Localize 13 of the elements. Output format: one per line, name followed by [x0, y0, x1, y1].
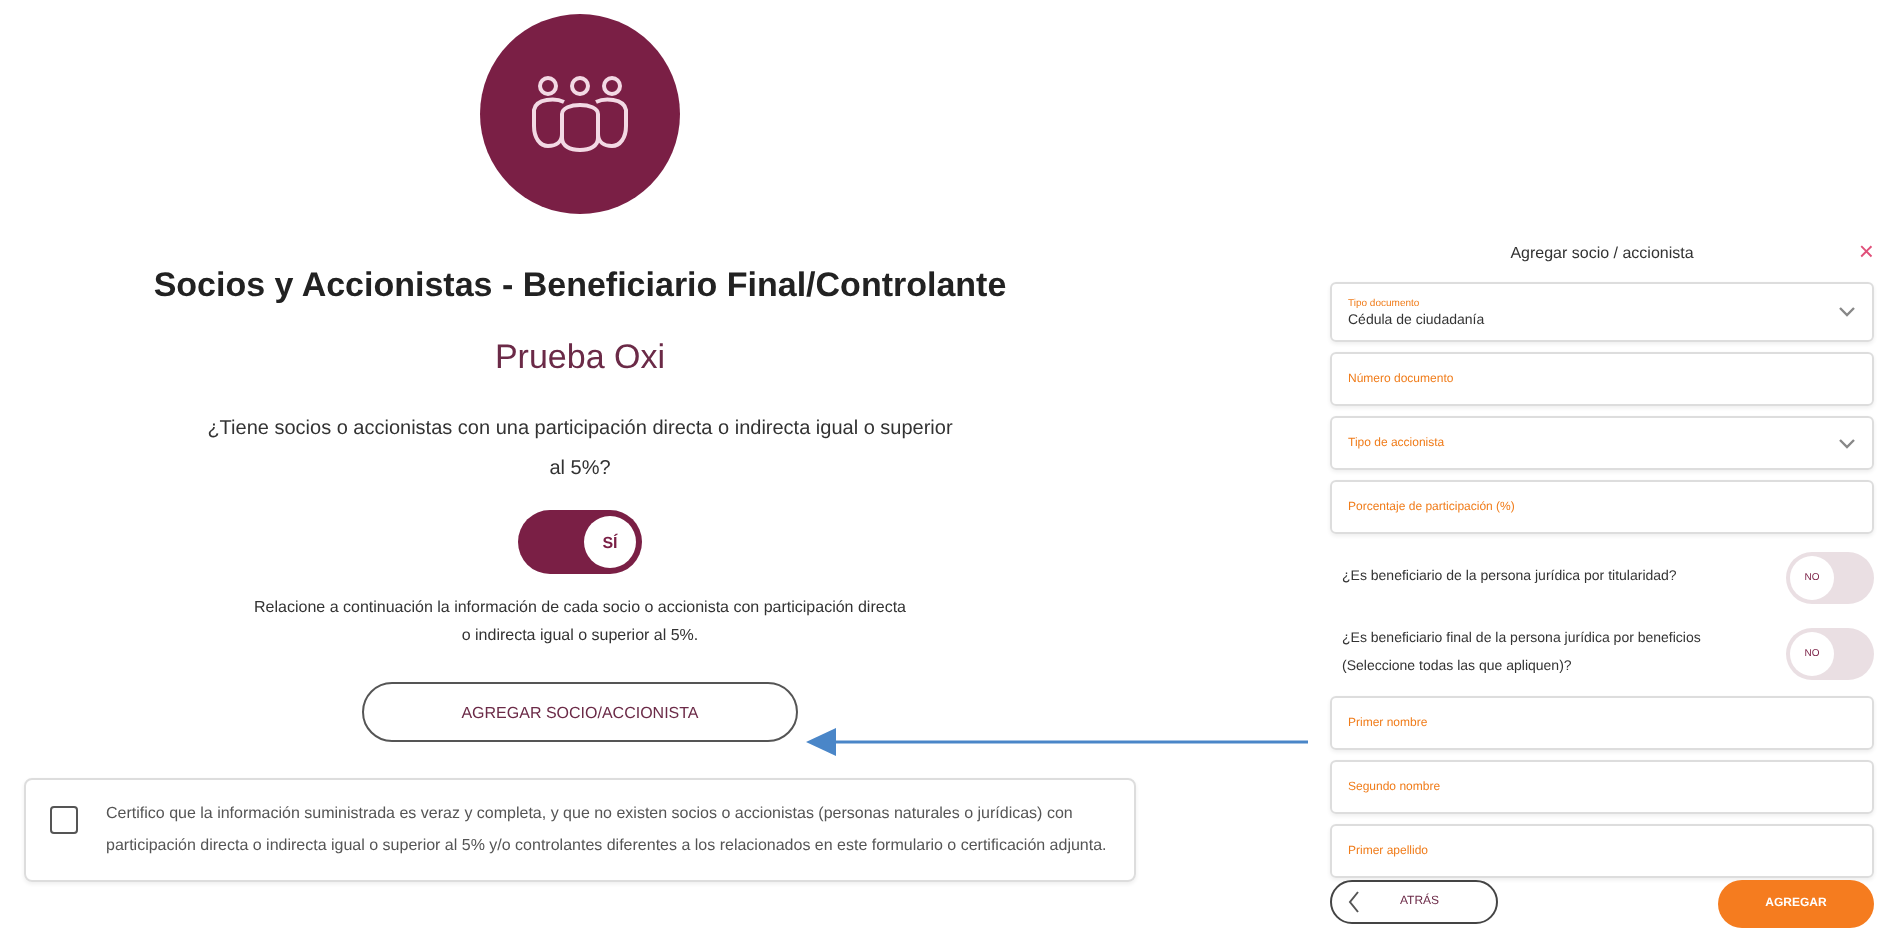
chevron-down-icon	[1838, 437, 1856, 449]
close-button[interactable]: ×	[1858, 238, 1874, 264]
company-name: Prueba Oxi	[494, 338, 666, 378]
dialog-title: Agregar socio / accionista	[1510, 244, 1694, 262]
instruction-text: Relacione a continuación la información de cada socio o accionista con participación directa o indirecta igual o superior al 5%.	[252, 596, 908, 648]
chevron-down-icon	[1838, 306, 1856, 318]
certification-checkbox[interactable]	[50, 806, 78, 834]
add-partner-button[interactable]: AGREGAR SOCIO/ACCIONISTA	[362, 682, 798, 742]
certification-text: Certifico que la información suministrada es veraz y completa, y que no existen socios o accionistas (personas naturales o jurídicas) con participación directa o indirecta igual o superior al 5% y/o controlantes diferentes a los relacionados en este formulario o certificación adjunta.	[106, 802, 1109, 858]
page-title: Socios y Accionistas - Beneficiario Final/Controlante	[153, 266, 1007, 306]
yes-toggle[interactable]: SÍ	[518, 510, 642, 574]
question-text: ¿Tiene socios o accionistas con una participación directa o indirecta igual o superior al 5%?	[205, 416, 955, 484]
chevron-left-icon	[1348, 890, 1360, 914]
